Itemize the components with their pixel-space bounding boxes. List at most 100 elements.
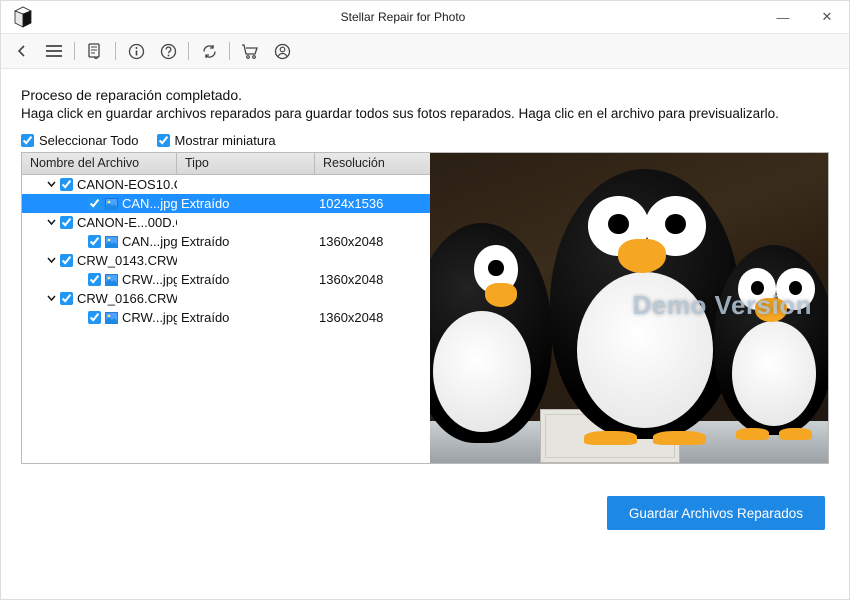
filename-text: CRW...jpg	[122, 272, 177, 287]
close-icon: ✕	[822, 9, 833, 25]
save-repaired-button[interactable]: Guardar Archivos Reparados	[607, 496, 825, 530]
help-icon	[160, 43, 177, 60]
tree-child-row[interactable]: CAN...jpgExtraído1024x1536	[22, 194, 430, 213]
cell-filename: CRW...jpg	[22, 310, 177, 325]
cell-filename: CANON-E...00D.CRW	[22, 215, 177, 230]
cart-icon	[241, 43, 259, 60]
select-all-checkbox[interactable]: Seleccionar Todo	[21, 133, 139, 148]
cell-resolution: 1024x1536	[315, 196, 430, 211]
cell-filename: CAN...jpg	[22, 234, 177, 249]
file-icon	[105, 236, 118, 248]
preview-panel: Demo Version	[430, 153, 828, 463]
row-checkbox[interactable]	[60, 292, 73, 305]
cell-filename: CRW_0166.CRW	[22, 291, 177, 306]
filename-text: CRW...jpg	[122, 310, 177, 325]
cell-type: Extraído	[177, 310, 315, 325]
window-controls: — ✕	[761, 1, 849, 33]
refresh-button[interactable]	[194, 36, 224, 66]
page-subheading: Haga click en guardar archivos reparados…	[21, 105, 829, 123]
cell-resolution: 1360x2048	[315, 272, 430, 287]
panels: Nombre del Archivo Tipo Resolución CANON…	[21, 152, 829, 464]
minimize-icon: —	[777, 10, 790, 25]
filename-text: CRW_0166.CRW	[77, 291, 177, 306]
expand-icon[interactable]	[47, 217, 56, 228]
window-title: Stellar Repair for Photo	[45, 10, 761, 24]
cell-type: Extraído	[177, 272, 315, 287]
file-icon	[105, 312, 118, 324]
page-heading: Proceso de reparación completado.	[21, 87, 829, 103]
refresh-icon	[201, 43, 218, 60]
tree-child-row[interactable]: CAN...jpgExtraído1360x2048	[22, 232, 430, 251]
toolbar-separator	[188, 42, 189, 60]
cell-filename: CAN...jpg	[22, 196, 177, 211]
tree-parent-row[interactable]: CRW_0166.CRW	[22, 289, 430, 308]
preview-image: Demo Version	[430, 153, 828, 463]
tree-child-row[interactable]: CRW...jpgExtraído1360x2048	[22, 270, 430, 289]
save-repaired-label: Guardar Archivos Reparados	[629, 506, 803, 521]
row-checkbox[interactable]	[60, 178, 73, 191]
log-icon	[87, 43, 103, 59]
cell-filename: CRW_0143.CRW	[22, 253, 177, 268]
filename-text: CAN...jpg	[122, 234, 177, 249]
close-button[interactable]: ✕	[805, 1, 849, 33]
back-button[interactable]	[7, 36, 37, 66]
row-checkbox[interactable]	[88, 311, 101, 324]
show-thumbnail-input[interactable]	[157, 134, 170, 147]
file-icon	[105, 198, 118, 210]
menu-button[interactable]	[39, 36, 69, 66]
help-button[interactable]	[153, 36, 183, 66]
log-button[interactable]	[80, 36, 110, 66]
cell-filename: CRW...jpg	[22, 272, 177, 287]
row-checkbox[interactable]	[88, 273, 101, 286]
row-checkbox[interactable]	[88, 235, 101, 248]
select-all-label: Seleccionar Todo	[39, 133, 139, 148]
toolbar-separator	[115, 42, 116, 60]
preview-penguin-right	[714, 245, 828, 435]
column-resolution[interactable]: Resolución	[315, 153, 430, 174]
row-checkbox[interactable]	[60, 216, 73, 229]
list-body[interactable]: CANON-EOS10.CRWCAN...jpgExtraído1024x153…	[22, 175, 430, 463]
toolbar-separator	[74, 42, 75, 60]
cart-button[interactable]	[235, 36, 265, 66]
row-checkbox[interactable]	[88, 197, 101, 210]
cell-filename: CANON-EOS10.CRW	[22, 177, 177, 192]
tree-parent-row[interactable]: CANON-EOS10.CRW	[22, 175, 430, 194]
titlebar: Stellar Repair for Photo — ✕	[1, 1, 849, 33]
filename-text: CRW_0143.CRW	[77, 253, 177, 268]
row-checkbox[interactable]	[60, 254, 73, 267]
file-icon	[105, 274, 118, 286]
cell-type: Extraído	[177, 234, 315, 249]
tree-parent-row[interactable]: CANON-E...00D.CRW	[22, 213, 430, 232]
list-header: Nombre del Archivo Tipo Resolución	[22, 153, 430, 175]
filename-text: CANON-EOS10.CRW	[77, 177, 177, 192]
content-area: Proceso de reparación completado. Haga c…	[1, 69, 849, 464]
select-all-input[interactable]	[21, 134, 34, 147]
toolbar-separator	[229, 42, 230, 60]
file-list-panel: Nombre del Archivo Tipo Resolución CANON…	[22, 153, 430, 463]
column-type[interactable]: Tipo	[177, 153, 315, 174]
footer: Guardar Archivos Reparados	[1, 464, 849, 530]
expand-icon[interactable]	[47, 255, 56, 266]
filename-text: CANON-E...00D.CRW	[77, 215, 177, 230]
info-icon	[128, 43, 145, 60]
expand-icon[interactable]	[47, 179, 56, 190]
info-button[interactable]	[121, 36, 151, 66]
cell-resolution: 1360x2048	[315, 234, 430, 249]
expand-icon[interactable]	[47, 293, 56, 304]
options-row: Seleccionar Todo Mostrar miniatura	[21, 133, 829, 148]
toolbar	[1, 33, 849, 69]
cell-type: Extraído	[177, 196, 315, 211]
cell-resolution: 1360x2048	[315, 310, 430, 325]
show-thumbnail-checkbox[interactable]: Mostrar miniatura	[157, 133, 276, 148]
app-logo-icon	[9, 3, 37, 31]
minimize-button[interactable]: —	[761, 1, 805, 33]
user-icon	[274, 43, 291, 60]
user-button[interactable]	[267, 36, 297, 66]
back-icon	[14, 43, 30, 59]
column-name[interactable]: Nombre del Archivo	[22, 153, 177, 174]
preview-penguin-left	[430, 223, 552, 443]
tree-parent-row[interactable]: CRW_0143.CRW	[22, 251, 430, 270]
menu-icon	[45, 44, 63, 58]
tree-child-row[interactable]: CRW...jpgExtraído1360x2048	[22, 308, 430, 327]
filename-text: CAN...jpg	[122, 196, 177, 211]
